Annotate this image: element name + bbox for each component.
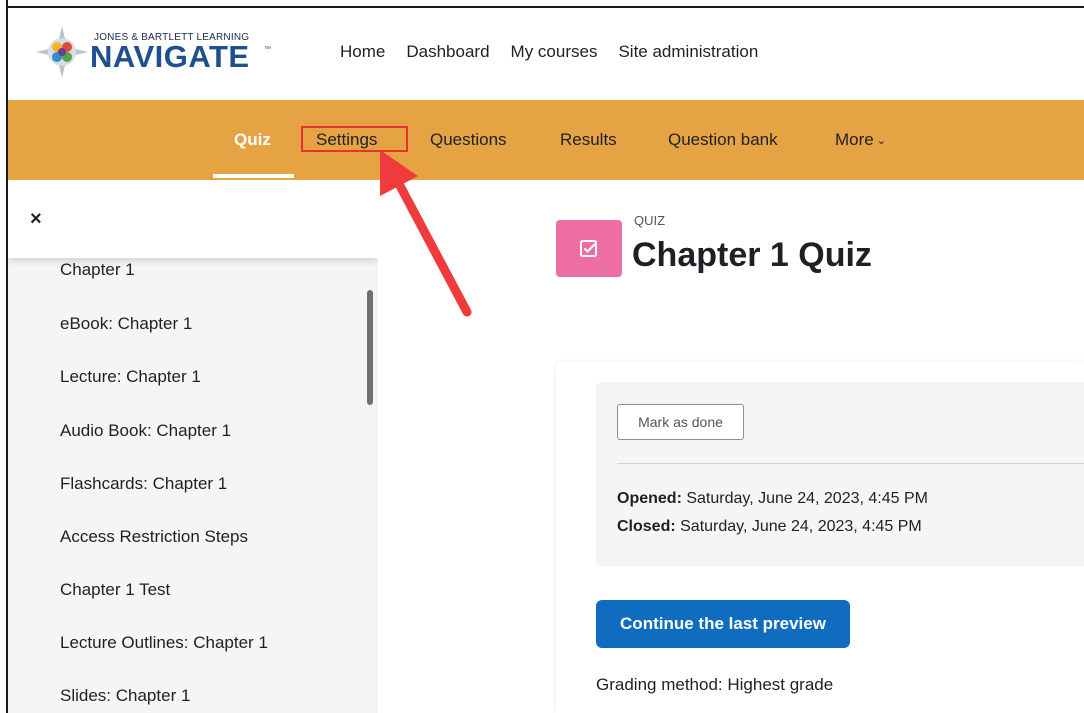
tab-quiz[interactable]: Quiz xyxy=(234,130,271,150)
closed-label: Closed: xyxy=(617,518,676,535)
continue-preview-button[interactable]: Continue the last preview xyxy=(596,600,850,648)
course-index-item[interactable]: Chapter 1 xyxy=(60,260,135,280)
trademark-mark: ™ xyxy=(264,46,271,53)
brand-name: NAVIGATE xyxy=(90,39,250,74)
tab-question-bank[interactable]: Question bank xyxy=(668,130,778,150)
opened-label: Opened: xyxy=(617,490,682,507)
tab-more-label: More xyxy=(835,130,874,149)
nav-dashboard-link[interactable]: Dashboard xyxy=(406,42,489,62)
site-logo[interactable]: JONES & BARTLETT LEARNING NAVIGATE ™ xyxy=(36,24,272,80)
active-tab-indicator xyxy=(213,174,294,178)
quiz-activity-icon xyxy=(556,220,622,277)
course-index-item[interactable]: Chapter 1 Test xyxy=(60,580,170,600)
drawer-scrollbar[interactable] xyxy=(367,290,373,405)
secondary-navigation: Quiz Settings Questions Results Question… xyxy=(8,100,1084,180)
drawer-header: × xyxy=(8,180,378,258)
screen: JONES & BARTLETT LEARNING NAVIGATE ™ Hom… xyxy=(0,0,1084,713)
course-index-item[interactable]: Access Restriction Steps xyxy=(60,527,248,547)
course-index-item[interactable]: Slides: Chapter 1 xyxy=(60,686,190,706)
primary-navigation: Home Dashboard My courses Site administr… xyxy=(340,42,779,62)
nav-my-courses-link[interactable]: My courses xyxy=(511,42,598,62)
course-index-item[interactable]: Audio Book: Chapter 1 xyxy=(60,421,231,441)
chevron-down-icon: ⌄ xyxy=(876,135,886,147)
course-index-item[interactable]: Flashcards: Chapter 1 xyxy=(60,474,227,494)
opened-value: Saturday, June 24, 2023, 4:45 PM xyxy=(681,490,928,507)
grading-method-text: Grading method: Highest grade xyxy=(596,675,834,694)
settings-highlight-box xyxy=(301,126,408,152)
opened-date: Opened: Saturday, June 24, 2023, 4:45 PM xyxy=(617,490,928,508)
course-index-item[interactable]: eBook: Chapter 1 xyxy=(60,314,192,334)
top-navbar: JONES & BARTLETT LEARNING NAVIGATE ™ Hom… xyxy=(8,8,1084,101)
window-edge-top xyxy=(6,6,1084,8)
page-title: Chapter 1 Quiz xyxy=(632,236,872,274)
course-index-item[interactable]: Lecture: Chapter 1 xyxy=(60,367,201,387)
nav-home-link[interactable]: Home xyxy=(340,42,385,62)
compass-logo-icon xyxy=(36,26,88,78)
closed-value: Saturday, June 24, 2023, 4:45 PM xyxy=(675,518,922,535)
closed-date: Closed: Saturday, June 24, 2023, 4:45 PM xyxy=(617,518,922,536)
course-index-drawer: × Chapter 1 eBook: Chapter 1 Lecture: Ch… xyxy=(8,180,378,713)
activity-type-label: QUIZ xyxy=(634,213,666,228)
tab-questions[interactable]: Questions xyxy=(430,130,507,150)
close-drawer-icon[interactable]: × xyxy=(30,208,42,231)
divider xyxy=(617,463,1084,464)
window-edge-left xyxy=(6,0,8,713)
tab-more[interactable]: More ⌄ xyxy=(835,130,886,150)
checkbox-edit-icon xyxy=(580,239,597,257)
tab-results[interactable]: Results xyxy=(560,130,617,150)
mark-as-done-button[interactable]: Mark as done xyxy=(617,404,744,440)
course-index-item[interactable]: Lecture Outlines: Chapter 1 xyxy=(60,633,268,653)
nav-site-administration-link[interactable]: Site administration xyxy=(618,42,758,62)
